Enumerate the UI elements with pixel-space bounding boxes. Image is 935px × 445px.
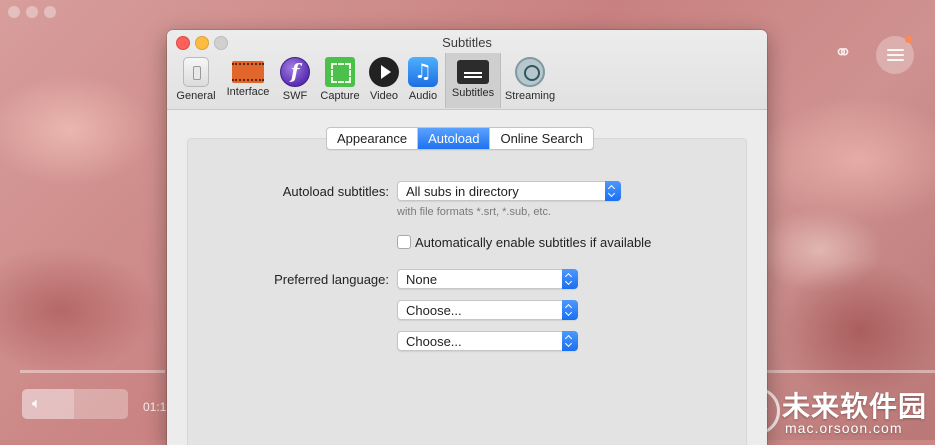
chevron-updown-icon	[605, 181, 621, 201]
autoload-hint: with file formats *.srt, *.sub, etc.	[397, 206, 552, 218]
toolbar-label-video: Video	[370, 90, 398, 102]
toolbar-item-streaming[interactable]: Streaming	[502, 53, 558, 108]
interface-film-icon	[232, 61, 264, 83]
autoload-label: Autoload subtitles:	[282, 184, 389, 199]
toolbar-label-subtitles: Subtitles	[451, 87, 495, 99]
notification-dot	[905, 36, 912, 43]
tab-online-search[interactable]: Online Search	[490, 128, 592, 149]
toolbar-label-streaming: Streaming	[504, 90, 556, 102]
watermark-url: mac.orsoon.com	[785, 420, 903, 436]
volume-fill	[22, 389, 74, 419]
flash-swf-icon	[280, 57, 310, 87]
player-minimize-button[interactable]	[26, 6, 38, 18]
toolbar-item-general[interactable]: General	[173, 53, 219, 108]
chevron-updown-icon	[562, 300, 578, 320]
preferences-content: Autoload subtitles: All subs in director…	[167, 110, 767, 445]
playback-progress-left[interactable]	[20, 370, 165, 373]
auto-enable-checkbox[interactable]	[397, 235, 411, 249]
preferred-language-value-3: Choose...	[406, 334, 462, 349]
subtitle-tabs: Appearance Autoload Online Search	[326, 127, 594, 150]
general-switch-icon	[183, 57, 209, 87]
preferences-toolbar: Subtitles General Interface SWF Capture …	[167, 30, 767, 110]
audio-music-icon	[408, 57, 438, 87]
link-icon[interactable]: ⚭	[830, 40, 856, 66]
toolbar-item-video[interactable]: Video	[367, 53, 401, 108]
toolbar-item-swf[interactable]: SWF	[277, 53, 313, 108]
toolbar-label-swf: SWF	[282, 90, 308, 102]
toolbar-label-general: General	[176, 90, 216, 102]
toolbar-label-audio: Audio	[408, 90, 438, 102]
settings-panel: Autoload subtitles: All subs in director…	[187, 138, 747, 445]
playlist-menu-button[interactable]	[876, 36, 914, 74]
autoload-select[interactable]: All subs in directory	[397, 181, 621, 201]
preferred-language-select-3[interactable]: Choose...	[397, 331, 578, 351]
preferred-language-value-1: None	[406, 272, 438, 287]
preferences-window: Subtitles General Interface SWF Capture …	[167, 30, 767, 445]
watermark-name: 未来软件园	[782, 391, 928, 422]
window-title: Subtitles	[442, 35, 492, 50]
toolbar-item-subtitles[interactable]: Subtitles	[445, 53, 501, 108]
player-window-controls	[8, 6, 56, 18]
chevron-updown-icon	[562, 269, 578, 289]
preferred-language-value-2: Choose...	[406, 303, 462, 318]
video-play-icon	[369, 57, 399, 87]
toolbar-item-audio[interactable]: Audio	[405, 53, 441, 108]
volume-slider[interactable]: 🔈︎	[22, 389, 128, 419]
capture-icon	[325, 57, 355, 87]
preferred-language-select-1[interactable]: None	[397, 269, 578, 289]
autoload-select-value: All subs in directory	[406, 184, 519, 199]
tab-autoload[interactable]: Autoload	[418, 128, 491, 149]
preferred-language-label: Preferred language:	[274, 272, 389, 287]
preferred-language-select-2[interactable]: Choose...	[397, 300, 578, 320]
subtitles-icon	[457, 60, 489, 84]
toolbar-label-interface: Interface	[226, 86, 270, 98]
player-close-button[interactable]	[8, 6, 20, 18]
toolbar-item-capture[interactable]: Capture	[316, 53, 364, 108]
playback-time: 01:1	[143, 400, 167, 414]
tab-appearance[interactable]: Appearance	[327, 128, 419, 149]
speaker-icon: 🔈︎	[32, 395, 42, 412]
player-zoom-button[interactable]	[44, 6, 56, 18]
auto-enable-label[interactable]: Automatically enable subtitles if availa…	[415, 235, 651, 250]
playback-progress-right[interactable]	[765, 370, 935, 373]
toolbar-label-capture: Capture	[320, 90, 360, 102]
chevron-updown-icon	[562, 331, 578, 351]
streaming-airplay-icon	[515, 57, 545, 87]
toolbar-item-interface[interactable]: Interface	[221, 53, 275, 108]
